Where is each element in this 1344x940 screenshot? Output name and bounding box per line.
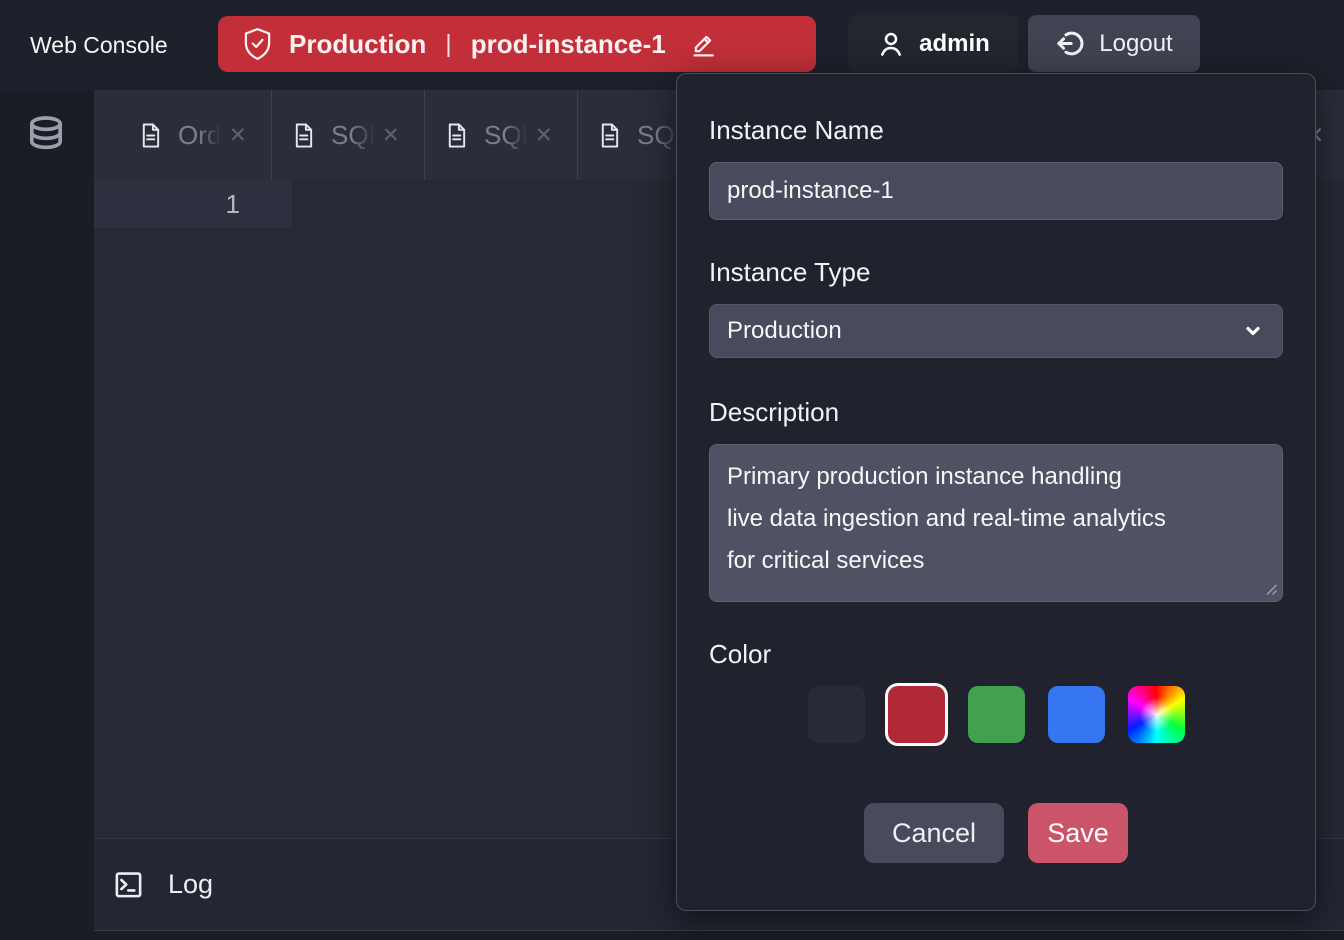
tab-sql-1[interactable]: SQL ✕ (272, 90, 425, 180)
color-swatch-default[interactable] (808, 686, 865, 743)
bottom-strip (94, 930, 1344, 940)
badge-separator: | (445, 30, 452, 59)
file-icon (598, 122, 621, 149)
edit-instance-dialog: Instance Name Instance Type Production D… (676, 73, 1316, 911)
dialog-actions: Cancel Save (709, 803, 1283, 863)
log-label: Log (168, 869, 213, 900)
app-title: Web Console (30, 0, 168, 90)
web-console-app: Web Console Production | prod-instance-1 (0, 0, 1344, 940)
save-button[interactable]: Save (1028, 803, 1128, 863)
file-icon (445, 122, 468, 149)
file-icon (139, 122, 162, 149)
tab-label: SQL (331, 120, 377, 151)
shield-check-icon (242, 27, 273, 61)
database-icon[interactable] (26, 114, 66, 160)
user-name: admin (919, 30, 990, 58)
cancel-button[interactable]: Cancel (864, 803, 1004, 863)
logout-button[interactable]: Logout (1028, 15, 1200, 72)
tab-close-icon[interactable]: ✕ (535, 125, 553, 146)
editor-active-line-gutter: 1 (94, 180, 292, 228)
instance-badge[interactable]: Production | prod-instance-1 (218, 16, 816, 72)
edit-instance-icon[interactable] (688, 30, 717, 59)
logout-label: Logout (1099, 30, 1172, 58)
color-swatch-rainbow[interactable] (1128, 686, 1185, 743)
terminal-icon (113, 869, 144, 900)
description-field-wrap: Primary production instance handling liv… (709, 444, 1283, 602)
description-textarea[interactable]: Primary production instance handling liv… (709, 444, 1283, 602)
tab-label: Ord (178, 120, 224, 151)
tab-label: SQL (484, 120, 530, 151)
color-swatch-red[interactable] (888, 686, 945, 743)
tab-sql-2[interactable]: SQL ✕ (425, 90, 578, 180)
tab-close-icon[interactable]: ✕ (382, 125, 400, 146)
tab-close-icon[interactable]: ✕ (229, 125, 247, 146)
instance-type-value: Production (727, 317, 842, 345)
instance-name-text: prod-instance-1 (471, 29, 666, 60)
user-icon (876, 29, 906, 59)
instance-name-input[interactable] (709, 162, 1283, 220)
user-button[interactable]: admin (848, 15, 1018, 72)
resize-handle-icon[interactable] (1264, 582, 1278, 596)
color-swatch-row (709, 686, 1283, 743)
description-label: Description (709, 396, 1283, 428)
color-label: Color (709, 638, 1283, 670)
instance-environment: Production (289, 29, 426, 60)
file-icon (292, 122, 315, 149)
instance-name-label: Instance Name (709, 114, 1283, 146)
chevron-down-icon (1241, 319, 1265, 343)
color-swatch-blue[interactable] (1048, 686, 1105, 743)
color-swatch-green[interactable] (968, 686, 1025, 743)
line-number: 1 (94, 180, 292, 228)
instance-type-select[interactable]: Production (709, 304, 1283, 358)
logout-icon (1055, 28, 1086, 59)
left-sidebar (0, 90, 94, 940)
instance-type-label: Instance Type (709, 256, 1283, 288)
tab-orders[interactable]: Ord ✕ (119, 90, 272, 180)
